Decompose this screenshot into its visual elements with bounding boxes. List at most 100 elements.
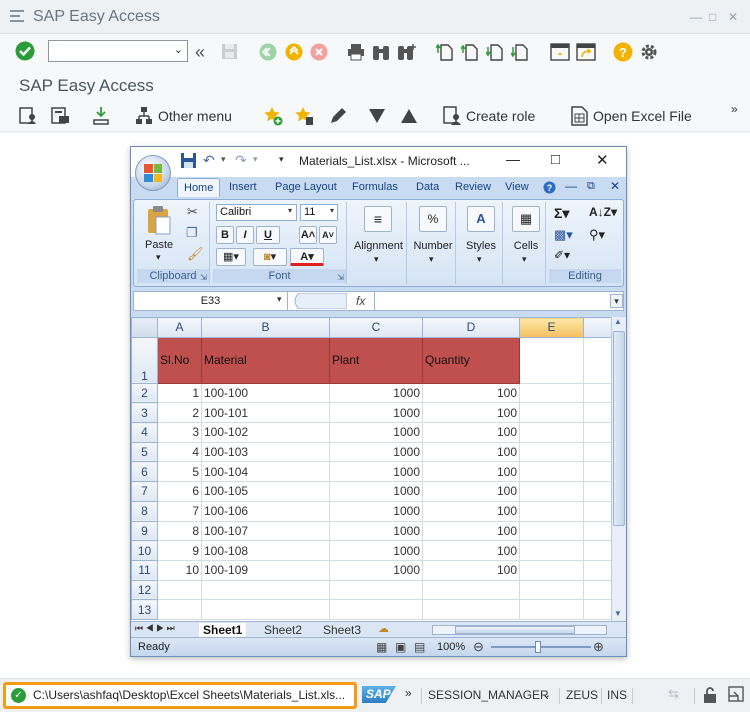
insert-function-icon[interactable]: fx [356,294,365,308]
more-actions-button[interactable]: » [731,102,738,116]
ribbon-close-icon[interactable]: ✕ [610,179,620,193]
zoom-level[interactable]: 100% [437,641,465,653]
table-cell[interactable]: 100-108 [201,540,330,561]
table-cell[interactable] [519,579,584,601]
table-cell[interactable]: 8 [157,520,202,542]
delete-favorite-icon[interactable] [294,106,314,126]
font-name-combo[interactable]: Calibri [216,204,297,221]
sheet-tab-1[interactable]: Sheet1 [199,623,247,637]
table-cell[interactable]: 100 [422,559,520,581]
table-cell[interactable] [519,402,584,424]
exit-icon[interactable] [285,43,303,61]
session-info[interactable]: SESSION_MANAGER [428,688,549,702]
scroll-up-icon[interactable]: ▲ [614,317,622,326]
tab-page-layout[interactable]: Page Layout [275,181,337,193]
table-cell[interactable] [519,422,584,443]
copy-icon[interactable]: ❐ [186,225,198,241]
excel-window[interactable]: ↶ ▾ ↷ ▾ ▾ Materials_List.xlsx - Microsof… [130,146,627,657]
alignment-icon[interactable]: ≡ [364,206,392,232]
table-cell[interactable] [519,336,584,384]
worksheet-grid[interactable]: A B C D E 1 Sl.No Material Plant Quantit… [131,317,626,622]
back-arrow-icon[interactable]: « [195,42,205,63]
status-more-button[interactable]: » [405,686,412,700]
tab-insert[interactable]: Insert [229,181,257,193]
next-page-icon[interactable] [486,43,504,61]
select-all-corner[interactable] [131,317,158,338]
tab-formulas[interactable]: Formulas [352,181,398,193]
table-cell[interactable] [201,599,330,620]
shortcut-icon[interactable] [576,43,596,61]
minimize-icon[interactable]: — [690,10,702,24]
find-select-icon[interactable]: ⚲▾ [589,227,605,243]
ribbon-minimize-icon[interactable]: — [565,179,577,193]
row-header[interactable]: 8 [131,500,158,522]
other-menu-icon[interactable] [135,106,153,126]
table-cell[interactable] [157,599,202,620]
number-button[interactable]: Number [410,240,456,252]
undo-icon[interactable]: ↶ [203,152,215,169]
table-cell[interactable]: 100-102 [201,422,330,443]
create-role-icon[interactable] [443,106,462,126]
table-cell[interactable] [519,540,584,561]
table-cell[interactable]: 1000 [329,520,423,542]
table-cell[interactable] [519,481,584,502]
table-header-cell[interactable]: Material [201,336,330,384]
other-menu-button[interactable]: Other menu [158,108,232,124]
zoom-in-icon[interactable]: ⊕ [593,639,604,655]
table-cell[interactable] [519,382,584,404]
table-cell[interactable]: 1000 [329,481,423,502]
excel-maximize-icon[interactable]: □ [551,151,560,168]
font-name-dropdown-icon[interactable]: ▾ [288,206,292,215]
tab-review[interactable]: Review [455,181,491,193]
font-color-icon[interactable]: A▾ [290,248,324,266]
table-cell[interactable]: 2 [157,402,202,424]
scroll-thumb[interactable] [613,331,625,526]
create-role-button[interactable]: Create role [466,108,535,124]
office-button[interactable] [135,155,171,191]
table-cell[interactable] [519,520,584,542]
download-icon[interactable] [92,106,110,126]
table-cell[interactable]: 9 [157,540,202,561]
alignment-button[interactable]: Alignment [350,240,407,252]
clear-icon[interactable]: ✐▾ [554,248,570,262]
table-cell[interactable]: 100 [422,382,520,404]
horizontal-scroll-thumb[interactable] [455,626,575,634]
table-cell[interactable] [519,559,584,581]
row-header[interactable]: 13 [131,599,158,620]
table-cell[interactable]: 10 [157,559,202,581]
column-header[interactable]: B [201,317,330,338]
table-cell[interactable]: 1000 [329,441,423,463]
font-launcher-icon[interactable]: ⇲ [337,273,344,282]
table-cell[interactable]: 1000 [329,540,423,561]
excel-help-icon[interactable]: ? [543,181,556,194]
table-cell[interactable]: 100 [422,520,520,542]
menu-icon[interactable] [10,10,24,22]
find-icon[interactable] [372,43,390,61]
fill-icon[interactable]: ▩▾ [554,227,573,243]
table-cell[interactable]: 100-101 [201,402,330,424]
sheet-nav-icon[interactable]: ⏮ ◀ ▶ ⏭ [135,623,175,634]
table-cell[interactable]: 1000 [329,559,423,581]
column-header[interactable]: D [422,317,520,338]
save-icon[interactable] [181,153,196,168]
font-size-dropdown-icon[interactable]: ▾ [330,206,334,215]
expand-formula-bar-icon[interactable]: ▾ [610,294,623,308]
move-up-icon[interactable] [401,109,417,123]
lock-icon[interactable] [703,687,717,703]
insert-mode[interactable]: INS [607,688,627,702]
paste-button[interactable]: Paste [145,239,173,251]
sort-filter-icon[interactable]: A↓Z▾ [589,205,617,219]
table-cell[interactable]: 100 [422,422,520,443]
table-cell[interactable]: 100-104 [201,461,330,483]
bold-button[interactable]: B [216,226,234,244]
table-cell[interactable]: 4 [157,441,202,463]
row-header[interactable]: 5 [131,441,158,463]
fill-color-icon[interactable]: ◙▾ [253,248,287,266]
table-cell[interactable]: 100-100 [201,382,330,404]
row-header[interactable]: 12 [131,579,158,601]
column-header[interactable]: A [157,317,202,338]
row-header[interactable]: 4 [131,422,158,443]
paste-dropdown-icon[interactable]: ▾ [156,252,161,263]
excel-file-icon[interactable] [569,106,589,126]
table-cell[interactable]: 1000 [329,500,423,522]
